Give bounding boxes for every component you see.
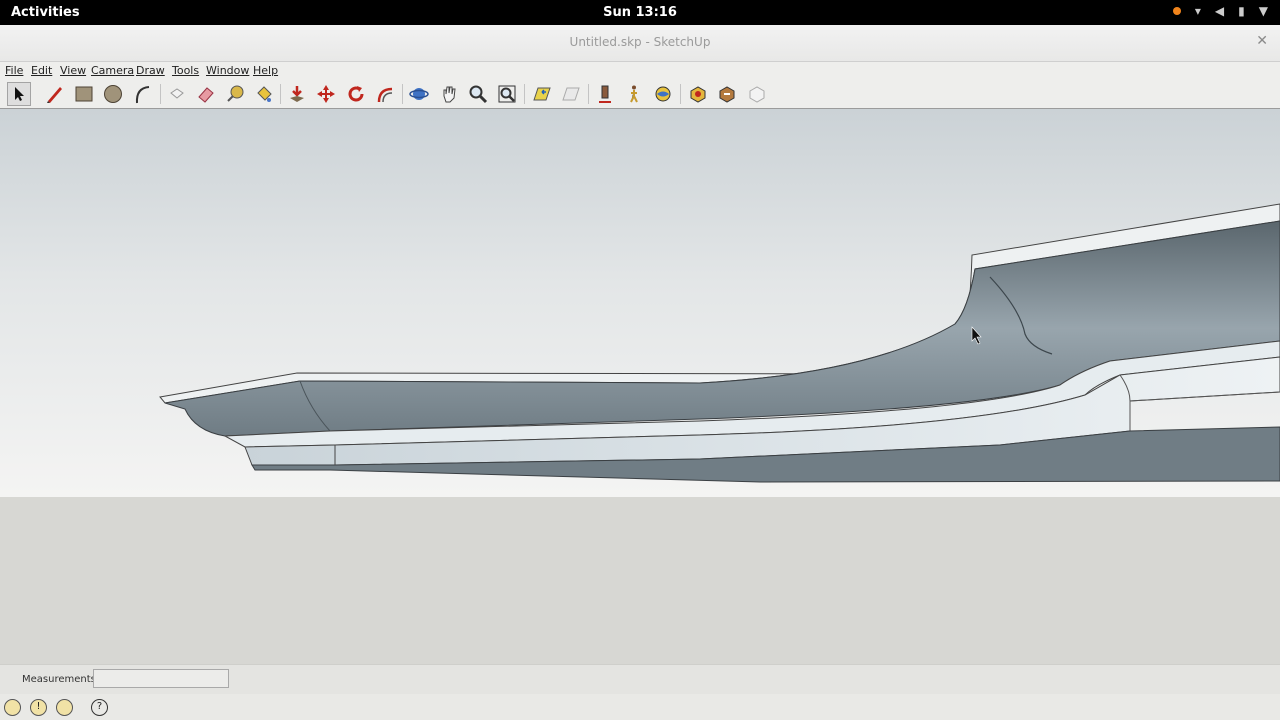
rotate-icon[interactable]	[344, 82, 368, 106]
drawing-viewport[interactable]	[0, 109, 1280, 497]
close-icon[interactable]: ✕	[1256, 33, 1268, 49]
menu-camera[interactable]: Camera	[91, 64, 134, 77]
make-component-icon[interactable]	[165, 82, 189, 106]
eraser-icon[interactable]	[194, 82, 218, 106]
menu-edit[interactable]: Edit	[31, 64, 52, 77]
wifi-icon: ▾	[1194, 4, 1201, 18]
share-model-icon[interactable]	[715, 82, 739, 106]
user-icon[interactable]	[56, 699, 73, 716]
help-icon[interactable]: ?	[91, 699, 108, 716]
pencil-icon[interactable]	[43, 82, 67, 106]
menu-view[interactable]: View	[60, 64, 86, 77]
push-pull-icon[interactable]	[285, 82, 309, 106]
extension-warehouse-icon[interactable]	[745, 82, 769, 106]
dropdown-arrow-icon: ▼	[1258, 4, 1268, 18]
menu-help[interactable]: Help	[253, 64, 278, 77]
previous-view-icon[interactable]	[530, 82, 554, 106]
paint-bucket-icon[interactable]	[252, 82, 276, 106]
circle-icon[interactable]	[101, 82, 125, 106]
get-models-icon[interactable]	[686, 82, 710, 106]
orbit-icon[interactable]	[407, 82, 431, 106]
measurements-field[interactable]	[93, 669, 229, 688]
ground-plane[interactable]	[0, 497, 1280, 664]
walk-icon[interactable]	[622, 82, 646, 106]
tape-measure-icon[interactable]	[223, 82, 247, 106]
system-top-bar: Activities Sun 13:16 ▾ ◀ ▮ ▼	[0, 0, 1280, 25]
menu-bar: File Edit View Camera Draw Tools Window …	[0, 62, 1280, 80]
battery-icon: ▮	[1238, 4, 1245, 18]
tool-bar	[0, 80, 1280, 109]
volume-icon: ◀	[1214, 4, 1225, 18]
status-bar: Measurements	[0, 664, 1280, 695]
menu-draw[interactable]: Draw	[136, 64, 165, 77]
next-view-icon[interactable]	[559, 82, 583, 106]
zoom-icon[interactable]	[466, 82, 490, 106]
move-icon[interactable]	[314, 82, 338, 106]
pan-icon[interactable]	[437, 82, 461, 106]
window-titlebar[interactable]: Untitled.skp - SketchUp ✕	[0, 25, 1280, 62]
bottom-status-icons: ! ?	[0, 694, 1280, 720]
look-around-icon[interactable]	[651, 82, 675, 106]
crown-molding-model	[159, 203, 1280, 483]
credits-icon[interactable]: !	[30, 699, 47, 716]
select-icon[interactable]	[7, 82, 31, 106]
system-tray[interactable]: ▾ ◀ ▮ ▼	[1172, 4, 1268, 18]
window-title: Untitled.skp - SketchUp	[569, 35, 711, 49]
clock[interactable]: Sun 13:16	[0, 5, 1280, 20]
menu-window[interactable]: Window	[206, 64, 249, 77]
menu-tools[interactable]: Tools	[172, 64, 199, 77]
offset-icon[interactable]	[373, 82, 397, 106]
geo-location-icon[interactable]	[4, 699, 21, 716]
menu-file[interactable]: File	[5, 64, 23, 77]
arc-icon[interactable]	[131, 82, 155, 106]
rectangle-icon[interactable]	[72, 82, 96, 106]
position-camera-icon[interactable]	[593, 82, 617, 106]
measurements-label: Measurements	[22, 674, 96, 685]
notification-dot-icon	[1172, 7, 1181, 15]
zoom-extents-icon[interactable]	[495, 82, 519, 106]
